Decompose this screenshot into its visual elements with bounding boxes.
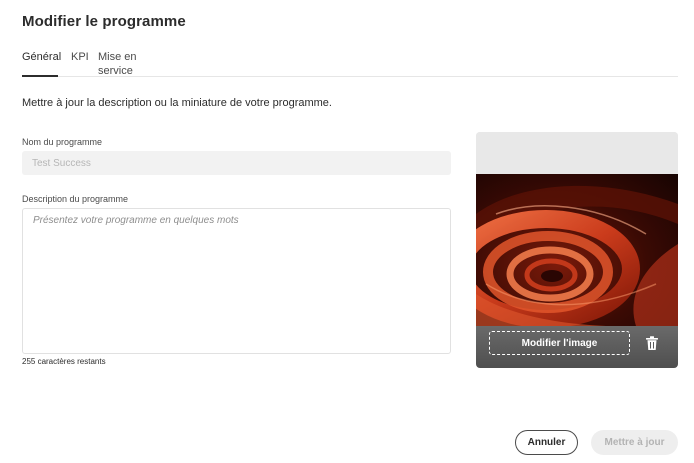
update-button[interactable]: Mettre à jour <box>591 430 678 455</box>
thumbnail-image <box>476 174 678 326</box>
characters-remaining: 255 caractères restants <box>22 357 106 366</box>
tab-launch[interactable]: Mise en service <box>98 50 170 77</box>
program-description-label: Description du programme <box>22 194 129 204</box>
intro-text: Mettre à jour la description ou la minia… <box>22 97 332 109</box>
tab-kpi[interactable]: KPI <box>71 50 89 76</box>
trash-icon[interactable] <box>644 335 660 351</box>
program-description-textarea[interactable] <box>22 208 451 354</box>
cancel-button[interactable]: Annuler <box>515 430 578 455</box>
thumbnail-top-area <box>476 132 678 174</box>
edit-program-dialog: Modifier le programme Général KPI Mise e… <box>0 0 694 463</box>
program-thumbnail: Modifier l'image <box>476 132 678 368</box>
program-name-label: Nom du programme <box>22 137 103 147</box>
dialog-title: Modifier le programme <box>22 13 186 30</box>
thumbnail-action-bar: Modifier l'image <box>476 326 678 368</box>
tab-general[interactable]: Général <box>22 50 61 77</box>
tab-list: Général KPI Mise en service <box>22 50 678 77</box>
modify-image-button[interactable]: Modifier l'image <box>489 331 630 355</box>
program-name-input[interactable] <box>22 151 451 175</box>
